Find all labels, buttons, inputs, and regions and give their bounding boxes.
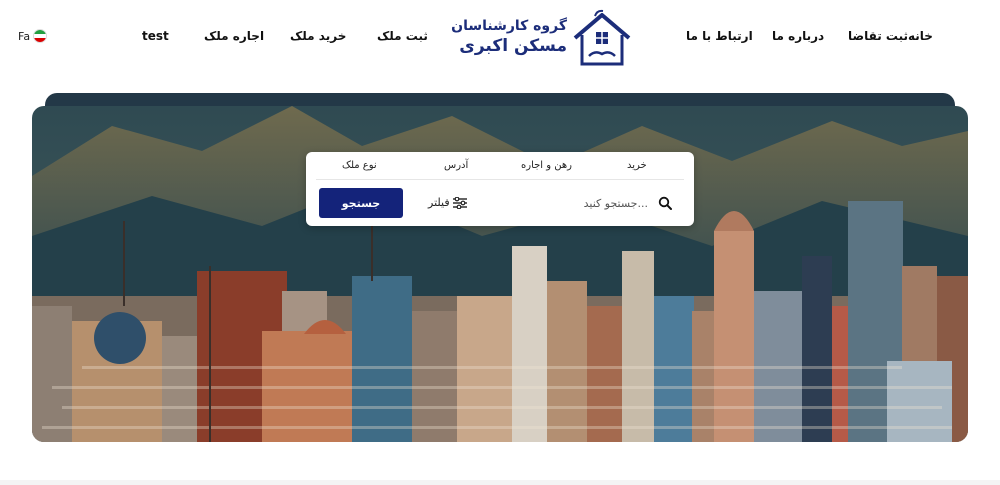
search-icon[interactable]	[658, 196, 672, 210]
nav-rent[interactable]: اجاره ملک	[204, 29, 264, 43]
house-logo-icon	[573, 9, 631, 66]
language-label: Fa	[18, 29, 31, 43]
nav-contact[interactable]: ارتباط با ما	[686, 29, 753, 43]
filter-sliders-icon	[452, 196, 467, 209]
nav-buy[interactable]: خرید ملک	[290, 29, 346, 43]
filter-label: فیلتر	[428, 196, 450, 209]
search-button[interactable]: جستجو	[319, 188, 403, 218]
nav-register-property[interactable]: ثبت ملک	[377, 29, 428, 43]
search-panel: نوع ملک آدرس رهن و اجاره خرید جستجو فیلت…	[306, 152, 694, 226]
brand-logo[interactable]: گروه کارشناسان مسکن اکبری	[451, 8, 635, 72]
logo-line-1: گروه کارشناسان	[451, 18, 567, 34]
tab-address[interactable]: آدرس	[444, 160, 468, 171]
section-divider	[0, 480, 1000, 485]
search-input[interactable]	[526, 194, 648, 212]
tab-mortgage-rent[interactable]: رهن و اجاره	[521, 160, 572, 171]
nav-home[interactable]: خانه	[908, 29, 933, 43]
site-header: Fa test اجاره ملک خرید ملک ثبت ملک گروه …	[0, 0, 1000, 80]
filter-button[interactable]: فیلتر	[428, 196, 467, 209]
nav-test[interactable]: test	[142, 29, 169, 43]
nav-about[interactable]: درباره ما	[772, 29, 824, 43]
search-tabs: نوع ملک آدرس رهن و اجاره خرید	[316, 152, 684, 180]
language-switcher[interactable]: Fa	[18, 29, 48, 43]
nav-request[interactable]: ثبت تقاضا	[848, 29, 908, 43]
tab-property-type[interactable]: نوع ملک	[342, 160, 377, 171]
logo-line-2: مسکن اکبری	[459, 36, 567, 56]
tab-buy[interactable]: خرید	[627, 160, 647, 171]
iran-flag-icon	[33, 29, 48, 43]
